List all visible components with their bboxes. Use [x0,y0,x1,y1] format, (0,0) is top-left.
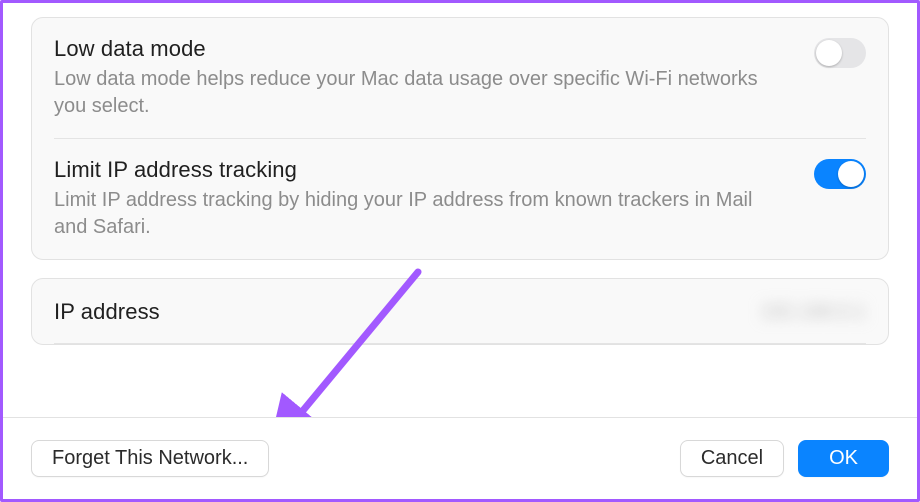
limit-ip-tracking-row: Limit IP address tracking Limit IP addre… [54,139,866,259]
toggle-knob [816,40,842,66]
cancel-button[interactable]: Cancel [680,440,784,477]
ip-address-value: 192.168.0.1 [760,301,866,324]
low-data-mode-toggle[interactable] [814,38,866,68]
low-data-mode-desc: Low data mode helps reduce your Mac data… [54,66,790,120]
ip-address-label: IP address [54,299,160,325]
dialog-footer: Forget This Network... Cancel OK [3,417,917,499]
content-area: Low data mode Low data mode helps reduce… [3,3,917,345]
limit-ip-tracking-title: Limit IP address tracking [54,157,790,183]
low-data-mode-text: Low data mode Low data mode helps reduce… [54,36,790,120]
settings-group-2: IP address 192.168.0.1 [31,278,889,345]
limit-ip-tracking-desc: Limit IP address tracking by hiding your… [54,187,790,241]
toggle-knob [838,161,864,187]
ok-button[interactable]: OK [798,440,889,477]
ip-address-row: IP address 192.168.0.1 [54,279,866,344]
low-data-mode-row: Low data mode Low data mode helps reduce… [54,18,866,139]
low-data-mode-title: Low data mode [54,36,790,62]
limit-ip-tracking-toggle[interactable] [814,159,866,189]
forget-network-button[interactable]: Forget This Network... [31,440,269,477]
limit-ip-tracking-text: Limit IP address tracking Limit IP addre… [54,157,790,241]
settings-dialog: Low data mode Low data mode helps reduce… [0,0,920,502]
settings-group-1: Low data mode Low data mode helps reduce… [31,17,889,260]
